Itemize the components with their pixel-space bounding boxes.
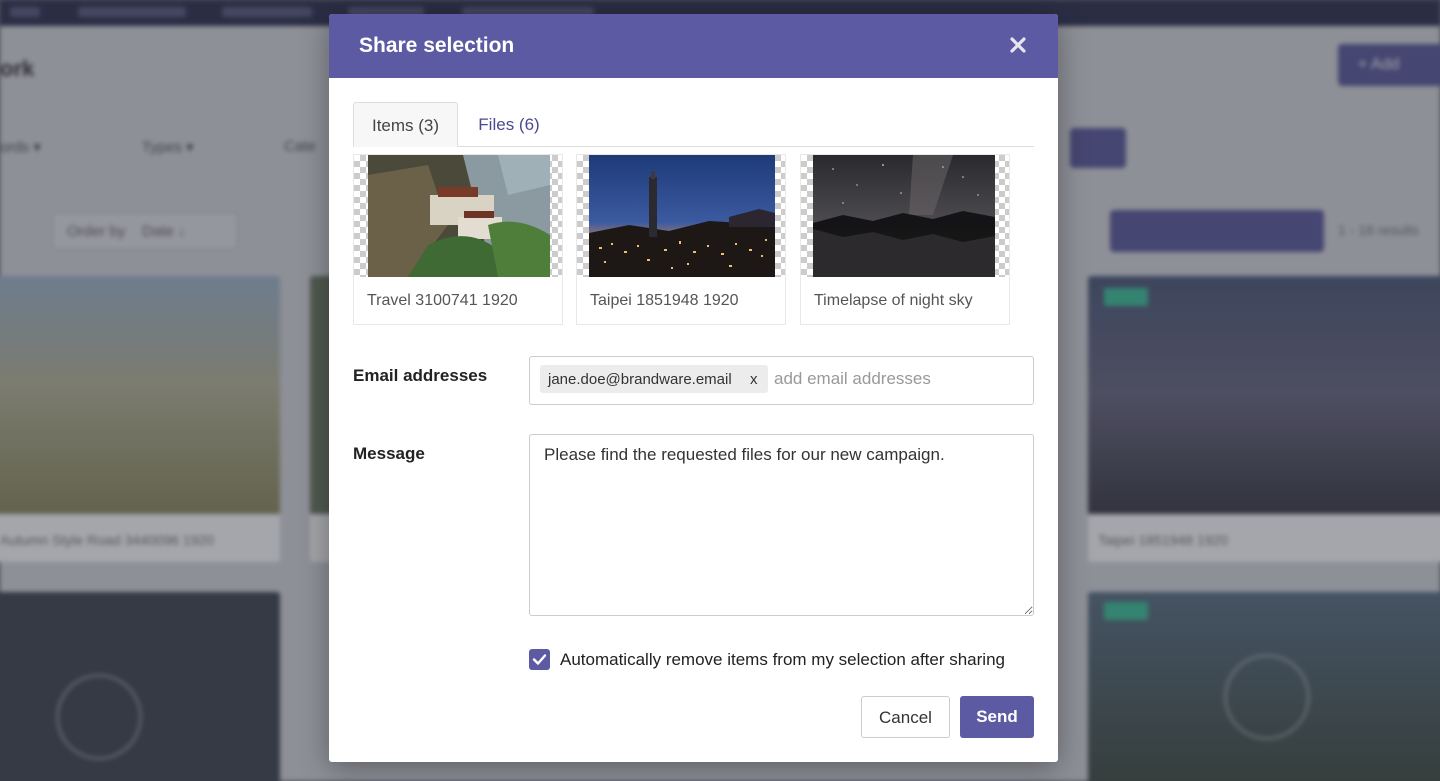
email-tag-remove-button[interactable]: x (750, 371, 758, 388)
email-addresses-field[interactable]: jane.doe@brandware.email x (529, 356, 1034, 405)
selection-item[interactable]: Travel 3100741 1920 (353, 154, 563, 325)
email-addresses-label: Email addresses (353, 366, 488, 385)
email-tag: jane.doe@brandware.email x (540, 365, 768, 393)
auto-remove-label[interactable]: Automatically remove items from my selec… (560, 650, 1005, 670)
item-thumbnail (589, 155, 775, 277)
item-thumbnail (813, 155, 995, 277)
close-icon[interactable] (1009, 36, 1031, 58)
item-label: Timelapse of night sky (814, 292, 973, 309)
message-label: Message (353, 444, 425, 463)
email-tag-value: jane.doe@brandware.email (548, 371, 732, 388)
send-button[interactable]: Send (960, 696, 1034, 738)
tab-items[interactable]: Items (3) (353, 102, 458, 147)
tab-files[interactable]: Files (6) (463, 102, 555, 147)
selection-item[interactable]: Taipei 1851948 1920 (576, 154, 786, 325)
cancel-button[interactable]: Cancel (861, 696, 950, 738)
checkmark-icon (532, 654, 547, 665)
email-input[interactable] (774, 365, 1024, 393)
message-textarea[interactable] (529, 434, 1034, 616)
item-label: Taipei 1851948 1920 (590, 292, 739, 309)
item-label: Travel 3100741 1920 (367, 292, 518, 309)
share-selection-dialog: Share selection Items (3) Files (6) Trav… (329, 14, 1058, 762)
dialog-header: Share selection (329, 14, 1058, 78)
dialog-title: Share selection (359, 34, 515, 57)
dialog-tabs: Items (3) Files (6) (353, 102, 1034, 147)
selection-item[interactable]: Timelapse of night sky (800, 154, 1010, 325)
auto-remove-checkbox[interactable] (529, 649, 550, 670)
item-thumbnail (368, 155, 550, 277)
